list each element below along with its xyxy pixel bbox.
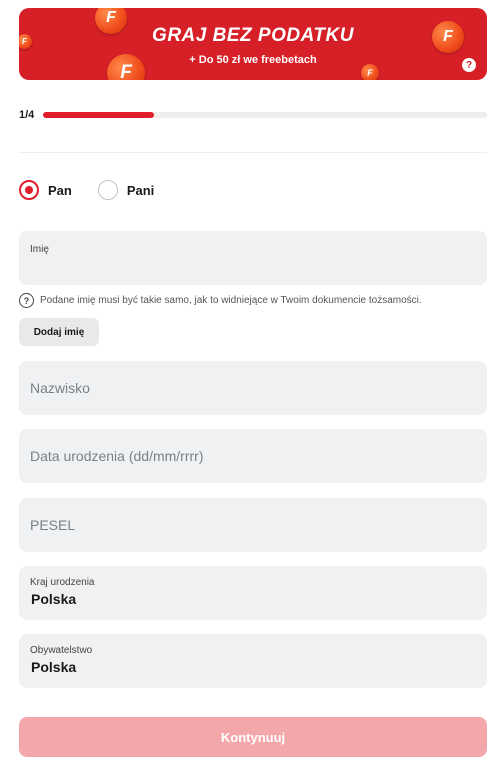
radio-option-pan[interactable]: Pan [19,180,72,200]
continue-button[interactable]: Kontynuuj [19,717,487,757]
last-name-placeholder: Nazwisko [30,380,90,396]
radio-label-pani: Pani [126,182,155,198]
pesel-placeholder: PESEL [30,517,76,533]
birth-country-value: Polska [31,591,77,607]
first-name-field[interactable]: Imię [19,231,487,285]
divider [19,152,487,153]
last-name-field[interactable]: Nazwisko [19,361,487,415]
gender-radio-group: Pan Pani [19,180,180,200]
pesel-field[interactable]: PESEL [19,498,487,552]
first-name-label: Imię [30,244,49,255]
help-circle-icon[interactable]: ? [462,58,476,72]
help-circle-icon: ? [19,293,34,308]
step-indicator: 1/4 [19,109,35,121]
radio-label-pan: Pan [48,182,72,198]
add-name-button[interactable]: Dodaj imię [19,318,99,346]
citizenship-label: Obywatelstwo [30,645,93,656]
radio-button-pani[interactable] [97,180,118,200]
citizenship-value: Polska [31,659,77,675]
radio-option-pani[interactable]: Pani [97,180,155,200]
hint-text: Podane imię musi być takie samo, jak to … [40,295,422,306]
banner-subtitle: + Do 50 zł we freebetach [189,54,317,66]
birth-country-field[interactable]: Kraj urodzenia Polska [19,566,487,620]
radio-button-pan[interactable] [19,180,39,200]
first-name-hint: ? Podane imię musi być takie samo, jak t… [19,293,422,308]
banner-title: GRAJ BEZ PODATKU [152,25,354,46]
birth-date-field[interactable]: Data urodzenia (dd/mm/rrrr) [19,429,487,483]
citizenship-field[interactable]: Obywatelstwo Polska [19,634,487,688]
coin-glyph: F [367,68,373,78]
birth-date-placeholder: Data urodzenia (dd/mm/rrrr) [30,448,204,464]
promo-banner[interactable]: F F F F F GRAJ BEZ PODATKU + Do 50 zł we… [19,8,487,80]
birth-country-label: Kraj urodzenia [30,577,95,588]
progress-bar-fill [43,112,154,118]
progress-bar [43,112,487,118]
coin-f-icon: F [361,64,379,80]
